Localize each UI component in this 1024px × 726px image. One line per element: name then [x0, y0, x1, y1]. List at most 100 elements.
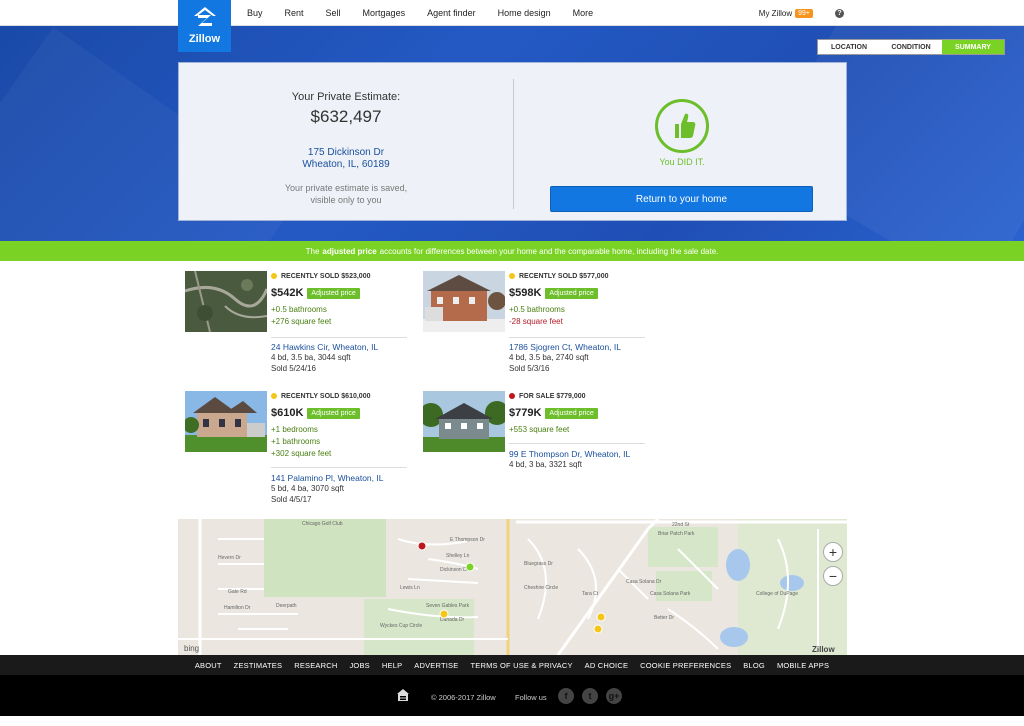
map-label: Briar Patch Park — [658, 531, 695, 537]
home-address-line2[interactable]: Wheaton, IL, 60189 — [179, 159, 513, 170]
footer-advertise[interactable]: ADVERTISE — [414, 661, 458, 670]
logo-text: Zillow — [188, 33, 221, 45]
footer-links: ABOUT ZESTIMATES RESEARCH JOBS HELP ADVE… — [0, 655, 1024, 675]
comp-address[interactable]: 141 Palamino Pl, Wheaton, IL — [271, 473, 383, 483]
footer-mobile-apps[interactable]: MOBILE APPS — [777, 661, 829, 670]
comp-price: $542K — [271, 287, 304, 299]
home-address-line1[interactable]: 175 Dickinson Dr — [179, 147, 513, 158]
status-dot — [509, 393, 515, 399]
estimate-card: Your Private Estimate: $632,497 175 Dick… — [178, 62, 847, 221]
map-label: Seven Gables Park — [426, 603, 470, 609]
comp-info: RECENTLY SOLD $577,000 $598K Adjusted pr… — [509, 271, 645, 328]
nav-more[interactable]: More — [573, 8, 594, 18]
map-label: Better Dr — [654, 615, 674, 621]
map-marker-for-sale — [417, 541, 427, 551]
footer-terms[interactable]: TERMS OF USE & PRIVACY — [470, 661, 572, 670]
nav-agent-finder[interactable]: Agent finder — [427, 8, 476, 18]
differences: +0.5 bathrooms -28 square feet — [509, 304, 645, 328]
differences: +1 bedrooms +1 bathrooms +302 square fee… — [271, 424, 407, 460]
footer-ad-choice[interactable]: AD CHOICE — [585, 661, 628, 670]
footer-help[interactable]: HELP — [382, 661, 402, 670]
divider — [271, 337, 407, 338]
property-photo[interactable] — [185, 271, 267, 332]
comp-address[interactable]: 99 E Thompson Dr, Wheaton, IL — [509, 449, 630, 459]
footer-about[interactable]: ABOUT — [195, 661, 222, 670]
step-location[interactable]: LOCATION — [818, 40, 880, 54]
nav-sell[interactable]: Sell — [326, 8, 341, 18]
zillow-logo[interactable]: Zillow — [178, 0, 231, 52]
notification-badge[interactable]: 99+ — [795, 8, 813, 18]
map-marker-sold — [596, 612, 606, 622]
main-menu: Buy Rent Sell Mortgages Agent finder Hom… — [247, 0, 615, 26]
map-marker-sold — [439, 609, 449, 619]
footer-cookie-preferences[interactable]: COOKIE PREFERENCES — [640, 661, 731, 670]
comp-card[interactable]: RECENTLY SOLD $610,000 $610K Adjusted pr… — [185, 391, 407, 511]
copyright: © 2006-2017 Zillow — [431, 693, 496, 702]
divider — [509, 337, 645, 338]
twitter-icon[interactable]: t — [582, 688, 598, 704]
nav-home-design[interactable]: Home design — [498, 8, 551, 18]
facebook-icon[interactable]: f — [558, 688, 574, 704]
saved-note-line1: Your private estimate is saved, — [284, 183, 408, 193]
my-zillow-link[interactable]: My Zillow — [759, 9, 792, 18]
comps-map[interactable]: Chicago Golf Club E Thompson Dr Shelley … — [178, 519, 847, 655]
difference-item: +553 square feet — [509, 425, 570, 434]
price-row: $779K Adjusted price — [509, 406, 645, 420]
price-row: $610K Adjusted price — [271, 406, 407, 420]
comp-address[interactable]: 1786 Sjogren Ct, Wheaton, IL — [509, 342, 621, 352]
zoom-out-button[interactable]: − — [823, 566, 843, 586]
map-marker-sold — [593, 624, 603, 634]
nav-mortgages[interactable]: Mortgages — [363, 8, 406, 18]
zillow-z-icon — [194, 7, 216, 26]
comp-address[interactable]: 24 Hawkins Cir, Wheaton, IL — [271, 342, 378, 352]
adjusted-price-tag[interactable]: Adjusted price — [545, 287, 598, 299]
estimate-label: Your Private Estimate: — [291, 91, 401, 103]
comp-details: 4 bd, 3.5 ba, 2740 sqft — [509, 353, 589, 362]
divider — [509, 443, 645, 444]
map-label: Chicago Golf Club — [302, 521, 343, 527]
adjusted-price-tag[interactable]: Adjusted price — [307, 287, 360, 299]
property-photo[interactable] — [423, 271, 505, 332]
status-text: RECENTLY SOLD $577,000 — [519, 272, 609, 280]
nav-buy[interactable]: Buy — [247, 8, 263, 18]
map-label: 22nd St — [672, 522, 690, 528]
comp-card[interactable]: FOR SALE $779,000 $779K Adjusted price +… — [423, 391, 645, 481]
map-canvas[interactable]: Chicago Golf Club E Thompson Dr Shelley … — [178, 519, 847, 655]
google-plus-icon[interactable]: g+ — [606, 688, 622, 704]
zoom-in-button[interactable]: + — [823, 542, 843, 562]
comp-info: RECENTLY SOLD $610,000 $610K Adjusted pr… — [271, 391, 407, 460]
top-nav: Buy Rent Sell Mortgages Agent finder Hom… — [0, 0, 1024, 26]
estimate-value: $632,497 — [310, 107, 382, 126]
comp-sold-date: Sold 4/5/17 — [271, 495, 312, 504]
map-label: Cheshire Circle — [524, 585, 558, 591]
footer-blog[interactable]: BLOG — [743, 661, 765, 670]
map-marker-home — [465, 562, 475, 572]
status-text: RECENTLY SOLD $610,000 — [281, 392, 371, 400]
estimate-summary: Your Private Estimate: $632,497 175 Dick… — [179, 63, 513, 222]
property-photo[interactable] — [423, 391, 505, 452]
map-label: Bluegrass Dr — [524, 561, 553, 567]
comp-card[interactable]: RECENTLY SOLD $523,000 $542K Adjusted pr… — [185, 271, 407, 381]
bing-attribution: bing — [184, 644, 200, 653]
footer-zestimates[interactable]: ZESTIMATES — [234, 661, 283, 670]
status-label: RECENTLY SOLD $577,000 — [509, 271, 645, 281]
footer-research[interactable]: RESEARCH — [294, 661, 337, 670]
difference-item: +0.5 bathrooms — [271, 305, 327, 314]
map-label: College of DuPage — [756, 591, 798, 597]
difference-item: -28 square feet — [509, 317, 563, 326]
map-label: Shelley Ln — [446, 553, 470, 559]
map-watermark: Zillow — [812, 645, 835, 654]
adjusted-price-tag[interactable]: Adjusted price — [307, 407, 360, 419]
footer-jobs[interactable]: JOBS — [349, 661, 369, 670]
step-summary[interactable]: SUMMARY — [942, 40, 1004, 54]
difference-item: +276 square feet — [271, 317, 332, 326]
step-condition[interactable]: CONDITION — [880, 40, 942, 54]
comp-card[interactable]: RECENTLY SOLD $577,000 $598K Adjusted pr… — [423, 271, 645, 381]
property-photo[interactable] — [185, 391, 267, 452]
map-label: Hamilton Dr — [224, 605, 251, 611]
return-home-button[interactable]: Return to your home — [550, 186, 813, 212]
help-icon[interactable]: ? — [835, 8, 844, 18]
adjusted-price-tag[interactable]: Adjusted price — [545, 407, 598, 419]
nav-rent[interactable]: Rent — [285, 8, 304, 18]
differences: +553 square feet — [509, 424, 645, 436]
